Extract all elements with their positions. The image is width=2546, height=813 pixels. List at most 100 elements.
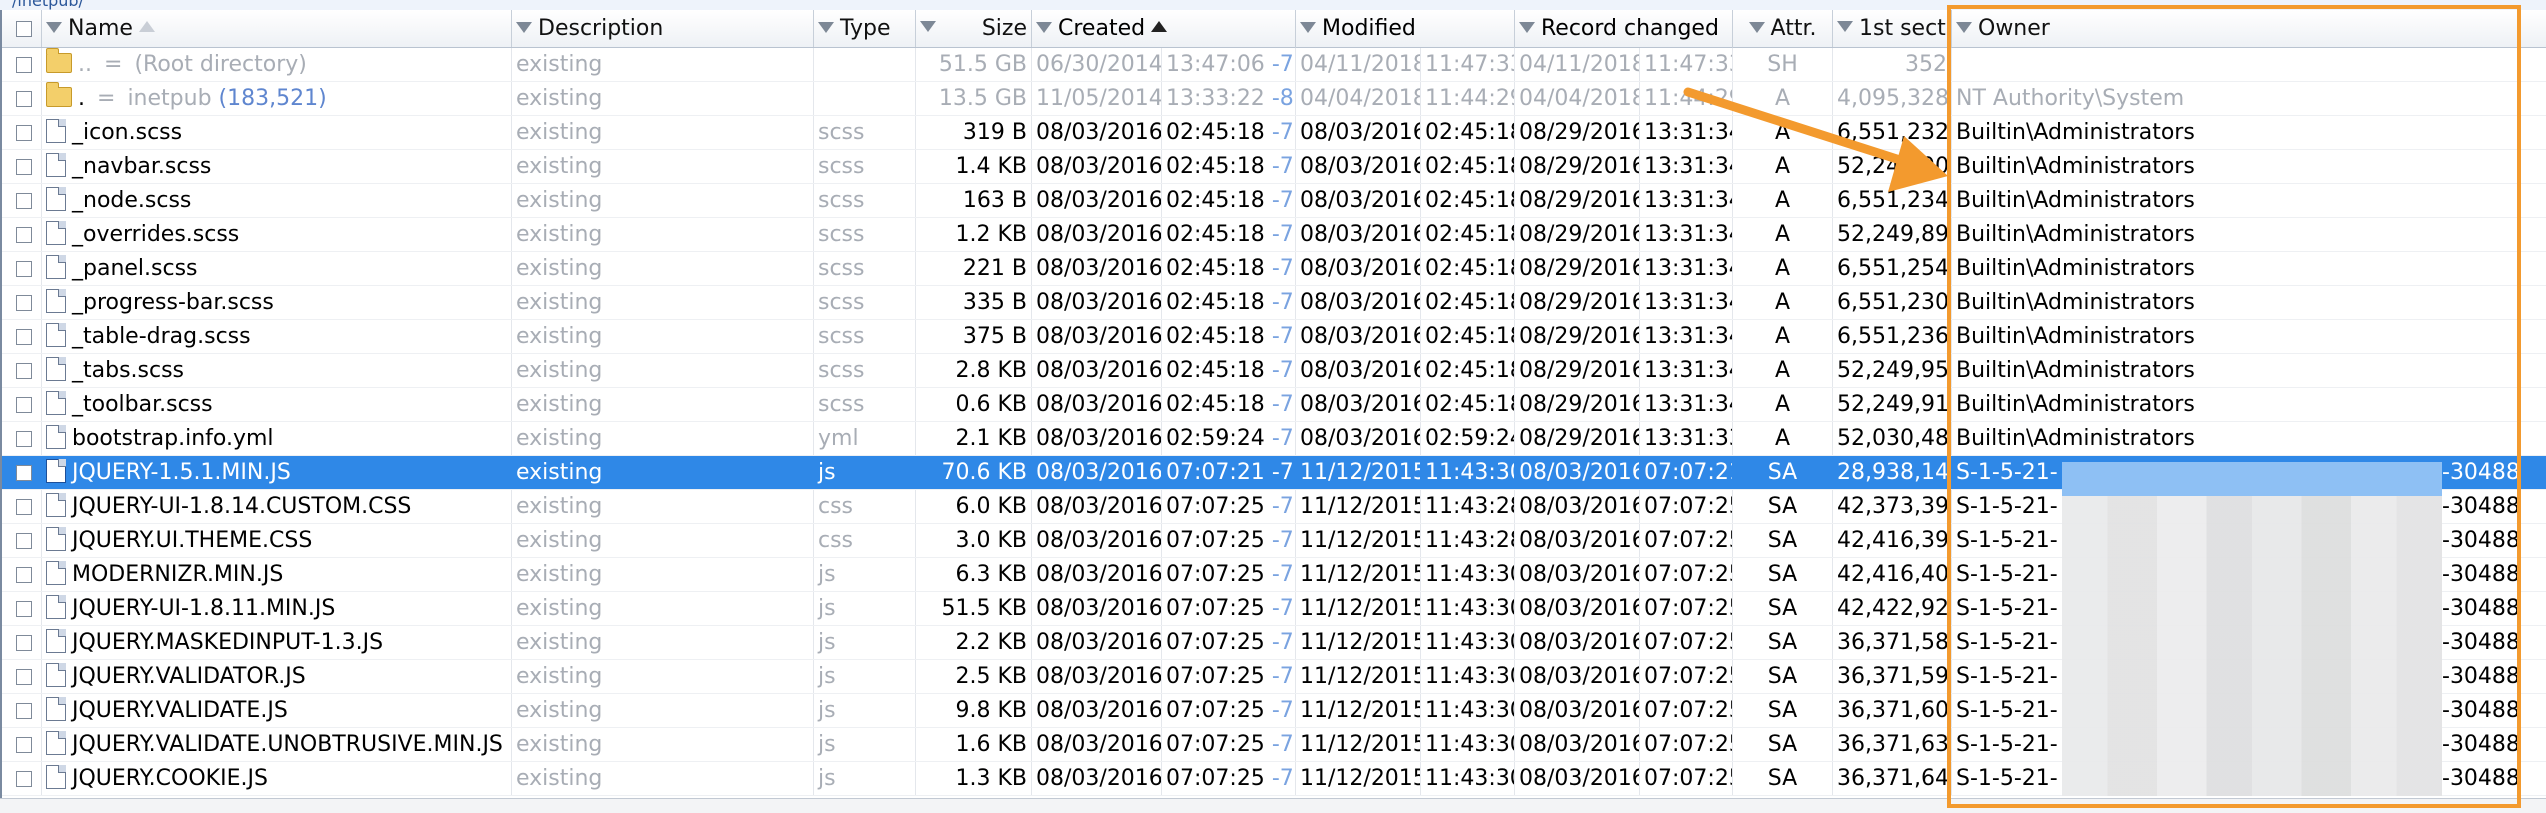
row-checkbox[interactable] bbox=[16, 703, 32, 719]
row-select[interactable] bbox=[2, 320, 42, 353]
file-row[interactable]: _node.scss existing scss 163 B 08/03/2016 02:… bbox=[2, 184, 2546, 218]
name-cell[interactable]: JQUERY.COOKIE.JS bbox=[42, 762, 512, 795]
row-checkbox[interactable] bbox=[16, 295, 32, 311]
column-header-owner[interactable]: Owner bbox=[1952, 10, 2546, 47]
row-select[interactable] bbox=[2, 252, 42, 285]
name-cell[interactable]: _panel.scss bbox=[42, 252, 512, 285]
file-row[interactable]: _table-drag.scss existing scss 375 B 08/03/2… bbox=[2, 320, 2546, 354]
row-checkbox[interactable] bbox=[16, 635, 32, 651]
directory-row[interactable]: .. = (Root directory) existing 51.5 GB 06/30… bbox=[2, 48, 2546, 82]
filter-funnel-icon[interactable] bbox=[1036, 21, 1052, 33]
row-checkbox[interactable] bbox=[16, 737, 32, 753]
column-header-size[interactable]: Size bbox=[916, 10, 1032, 47]
file-list-grid[interactable]: Name Description Type Size Created Modif… bbox=[0, 10, 2546, 798]
name-cell[interactable]: JQUERY.VALIDATOR.JS bbox=[42, 660, 512, 693]
name-cell[interactable]: _overrides.scss bbox=[42, 218, 512, 251]
column-header-name[interactable]: Name bbox=[42, 10, 512, 47]
row-select[interactable] bbox=[2, 150, 42, 183]
column-header-description[interactable]: Description bbox=[512, 10, 814, 47]
name-cell[interactable]: JQUERY.UI.THEME.CSS bbox=[42, 524, 512, 557]
row-checkbox[interactable] bbox=[16, 499, 32, 515]
row-select[interactable] bbox=[2, 82, 42, 115]
name-cell[interactable]: _icon.scss bbox=[42, 116, 512, 149]
row-checkbox[interactable] bbox=[16, 465, 32, 481]
file-row[interactable]: _progress-bar.scss existing scss 335 B 08/03… bbox=[2, 286, 2546, 320]
row-select[interactable] bbox=[2, 592, 42, 625]
row-select[interactable] bbox=[2, 456, 42, 489]
column-header-1st-sector[interactable]: 1st sector bbox=[1833, 10, 1952, 47]
row-select[interactable] bbox=[2, 626, 42, 659]
file-row[interactable]: bootstrap.info.yml existing yml 2.1 KB 08/03… bbox=[2, 422, 2546, 456]
row-select[interactable] bbox=[2, 218, 42, 251]
row-select[interactable] bbox=[2, 728, 42, 761]
name-cell[interactable]: JQUERY.VALIDATE.JS bbox=[42, 694, 512, 727]
filter-funnel-icon[interactable] bbox=[920, 21, 936, 32]
row-select[interactable] bbox=[2, 388, 42, 421]
name-cell[interactable]: _navbar.scss bbox=[42, 150, 512, 183]
row-checkbox[interactable] bbox=[16, 601, 32, 617]
column-header-type[interactable]: Type bbox=[814, 10, 916, 47]
row-checkbox[interactable] bbox=[16, 397, 32, 413]
filter-funnel-icon[interactable] bbox=[1300, 21, 1316, 33]
row-checkbox[interactable] bbox=[16, 159, 32, 175]
name-cell[interactable]: JQUERY-UI-1.8.14.CUSTOM.CSS bbox=[42, 490, 512, 523]
name-cell[interactable]: MODERNIZR.MIN.JS bbox=[42, 558, 512, 591]
name-cell[interactable]: _node.scss bbox=[42, 184, 512, 217]
row-select[interactable] bbox=[2, 286, 42, 319]
file-row[interactable]: _navbar.scss existing scss 1.4 KB 08/03/2016… bbox=[2, 150, 2546, 184]
filter-funnel-icon[interactable] bbox=[1837, 21, 1853, 32]
row-select[interactable] bbox=[2, 184, 42, 217]
file-row[interactable]: _overrides.scss existing scss 1.2 KB 08/03/2… bbox=[2, 218, 2546, 252]
file-row[interactable]: _icon.scss existing scss 319 B 08/03/2016 02:… bbox=[2, 116, 2546, 150]
column-header-modified[interactable]: Modified bbox=[1296, 10, 1515, 48]
column-header-attr[interactable]: Attr. bbox=[1733, 10, 1833, 47]
row-checkbox[interactable] bbox=[16, 57, 32, 73]
row-select[interactable] bbox=[2, 558, 42, 591]
column-header-record-changed[interactable]: Record changed bbox=[1515, 10, 1733, 48]
row-checkbox[interactable] bbox=[16, 329, 32, 345]
row-checkbox[interactable] bbox=[16, 91, 32, 107]
name-cell[interactable]: .. = (Root directory) bbox=[42, 48, 512, 81]
row-select[interactable] bbox=[2, 524, 42, 557]
horizontal-scrollbar[interactable] bbox=[0, 798, 2546, 813]
directory-row[interactable]: . = inetpub (183,521) existing 13.5 GB 11/05/… bbox=[2, 82, 2546, 116]
filter-funnel-icon[interactable] bbox=[1956, 21, 1972, 33]
file-row[interactable]: _panel.scss existing scss 221 B 08/03/2016 02… bbox=[2, 252, 2546, 286]
row-checkbox[interactable] bbox=[16, 193, 32, 209]
select-all-checkbox[interactable] bbox=[16, 21, 32, 37]
name-cell[interactable]: JQUERY.MASKEDINPUT-1.3.JS bbox=[42, 626, 512, 659]
file-row[interactable]: _tabs.scss existing scss 2.8 KB 08/03/2016 02… bbox=[2, 354, 2546, 388]
row-checkbox[interactable] bbox=[16, 567, 32, 583]
header-select-all[interactable] bbox=[2, 10, 42, 47]
row-select[interactable] bbox=[2, 694, 42, 727]
filter-funnel-icon[interactable] bbox=[46, 21, 62, 33]
filter-funnel-icon[interactable] bbox=[818, 21, 834, 33]
row-checkbox[interactable] bbox=[16, 227, 32, 243]
filter-funnel-icon[interactable] bbox=[516, 21, 532, 33]
row-checkbox[interactable] bbox=[16, 125, 32, 141]
name-cell[interactable]: . = inetpub (183,521) bbox=[42, 82, 512, 115]
row-checkbox[interactable] bbox=[16, 261, 32, 277]
file-row[interactable]: _toolbar.scss existing scss 0.6 KB 08/03/201… bbox=[2, 388, 2546, 422]
filter-funnel-icon[interactable] bbox=[1748, 21, 1765, 33]
row-select[interactable] bbox=[2, 660, 42, 693]
name-cell[interactable]: JQUERY.VALIDATE.UNOBTRUSIVE.MIN.JS bbox=[42, 728, 512, 761]
row-select[interactable] bbox=[2, 354, 42, 387]
row-checkbox[interactable] bbox=[16, 533, 32, 549]
name-cell[interactable]: JQUERY-1.5.1.MIN.JS bbox=[42, 456, 512, 489]
row-select[interactable] bbox=[2, 116, 42, 149]
name-cell[interactable]: _progress-bar.scss bbox=[42, 286, 512, 319]
name-cell[interactable]: _table-drag.scss bbox=[42, 320, 512, 353]
filter-funnel-icon[interactable] bbox=[1519, 21, 1535, 33]
row-select[interactable] bbox=[2, 422, 42, 455]
row-checkbox[interactable] bbox=[16, 669, 32, 685]
name-cell[interactable]: JQUERY-UI-1.8.11.MIN.JS bbox=[42, 592, 512, 625]
name-cell[interactable]: _toolbar.scss bbox=[42, 388, 512, 421]
row-checkbox[interactable] bbox=[16, 363, 32, 379]
row-select[interactable] bbox=[2, 490, 42, 523]
name-cell[interactable]: bootstrap.info.yml bbox=[42, 422, 512, 455]
name-cell[interactable]: _tabs.scss bbox=[42, 354, 512, 387]
row-select[interactable] bbox=[2, 762, 42, 795]
row-select[interactable] bbox=[2, 48, 42, 81]
row-checkbox[interactable] bbox=[16, 431, 32, 447]
